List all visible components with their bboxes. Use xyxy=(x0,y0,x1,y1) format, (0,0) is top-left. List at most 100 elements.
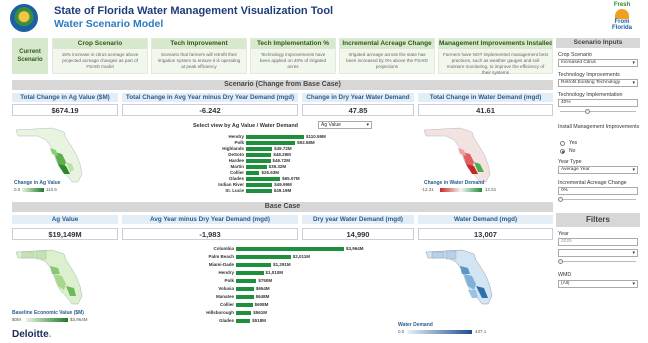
bar[interactable] xyxy=(236,302,253,307)
bar[interactable] xyxy=(246,134,304,139)
mgmt-improvements-label: Install Management Improvements xyxy=(558,124,640,130)
bar-value-label: $518M xyxy=(252,318,266,323)
scenario-ag-value-map[interactable] xyxy=(14,124,90,186)
acreage-change-value[interactable]: 0% xyxy=(558,187,638,195)
year-filter-slider[interactable] xyxy=(560,261,636,262)
bar[interactable] xyxy=(246,152,272,157)
legend-max: 110.6 xyxy=(46,187,57,192)
scenario-water-demand-map[interactable] xyxy=(422,124,502,186)
bar[interactable] xyxy=(236,262,272,267)
tech-improvements-select[interactable]: Retrofit Existing Technology ▾ xyxy=(558,79,638,87)
year-type-select[interactable]: Average Year ▾ xyxy=(558,166,638,174)
fresh-from-florida-logo: Fresh From Florida xyxy=(611,2,632,31)
page-subtitle: Water Scenario Model xyxy=(54,18,164,30)
acreage-change-label: Incremental Acreage Change xyxy=(558,180,627,186)
wmd-filter-select[interactable]: (All) ▾ xyxy=(558,280,638,288)
legend-max: 12.51 xyxy=(485,187,497,192)
chevron-down-icon: ▾ xyxy=(632,250,635,256)
bar[interactable] xyxy=(246,188,272,193)
bar-category-label: Manatee xyxy=(215,294,234,299)
bar-value-label: $39.32M xyxy=(268,164,287,169)
bar[interactable] xyxy=(246,176,281,181)
chevron-down-icon: ▾ xyxy=(632,167,635,173)
legend-title: Baseline Economic Value ($M) xyxy=(12,310,84,316)
tech-implementation-slider[interactable] xyxy=(560,111,636,112)
legend-gradient xyxy=(22,188,44,192)
mgmt-yes-label: Yes xyxy=(569,140,578,146)
bar[interactable] xyxy=(236,294,254,299)
slider-handle[interactable] xyxy=(585,109,590,114)
crop-scenario-select[interactable]: Increased Citrus ▾ xyxy=(558,59,638,67)
tech-improvements-label: Technology Improvements xyxy=(558,72,620,78)
bar-category-label: Indian River xyxy=(218,182,244,187)
florida-seal-logo xyxy=(10,4,38,32)
bar-category-label: Volusia xyxy=(218,286,234,291)
crop-scenario-label: Crop Scenario xyxy=(558,52,592,58)
bar-category-label: Glades xyxy=(228,176,244,181)
bar-category-label: Polk xyxy=(234,140,244,145)
bar[interactable] xyxy=(236,278,257,283)
legend-title: Change in Water Demand xyxy=(424,180,485,186)
mgmt-yes-radio[interactable] xyxy=(560,141,565,146)
bar[interactable] xyxy=(236,270,264,275)
chevron-down-icon: ▾ xyxy=(632,80,635,86)
bar-category-label: Glades xyxy=(218,318,234,323)
kpi-value: $674.19 xyxy=(12,104,118,116)
year-filter-value[interactable]: 2025 xyxy=(558,238,638,246)
header: State of Florida Water Management Visual… xyxy=(0,0,648,34)
page-title: State of Florida Water Management Visual… xyxy=(54,5,334,17)
chevron-down-icon: ▾ xyxy=(366,122,369,128)
bar[interactable] xyxy=(246,158,271,163)
bar-category-label: St. Lucie xyxy=(225,188,244,193)
legend-min: 0.0 xyxy=(14,187,21,192)
kpi-value: 14,990 xyxy=(302,228,414,240)
select-view-dropdown[interactable]: Ag Value ▾ xyxy=(318,121,372,129)
bar-value-label: $1,291M xyxy=(273,262,291,267)
bar[interactable] xyxy=(236,310,252,315)
base-water-demand-map[interactable] xyxy=(424,246,504,308)
bar-category-label: Miami-Dade xyxy=(208,262,234,267)
desc-tech-improvement: Tech Improvement Scenario that farmers wi… xyxy=(151,38,247,74)
bar-value-label: $65.07M xyxy=(282,176,300,181)
bar[interactable] xyxy=(246,140,296,145)
bar[interactable] xyxy=(246,146,273,151)
bar-category-label: Polk xyxy=(224,278,234,283)
chevron-down-icon: ▾ xyxy=(632,60,635,66)
base-bar-chart: Columbia $3,964M Palm Beach $2,011M Miami-Da… xyxy=(196,246,396,328)
bar[interactable] xyxy=(236,246,344,251)
bar[interactable] xyxy=(236,318,251,323)
bar-value-label: $2,011M xyxy=(292,254,311,259)
bar[interactable] xyxy=(246,182,273,187)
bar[interactable] xyxy=(246,164,267,169)
year-type-label: Year Type xyxy=(558,159,582,165)
kpi-label: Dry year Water Demand (mgd) xyxy=(302,215,414,224)
legend-max: $3,964M xyxy=(70,317,88,322)
slider-handle[interactable] xyxy=(558,259,563,264)
mgmt-no-radio[interactable] xyxy=(560,149,565,154)
legend-min: 0.0 xyxy=(398,329,405,334)
tech-implementation-value[interactable]: 40% xyxy=(558,99,638,107)
bar[interactable] xyxy=(236,254,291,259)
kpi-label: Total Change in Avg Year minus Dry Year … xyxy=(122,93,298,102)
kpi-label: Water Demand (mgd) xyxy=(418,215,553,224)
bar-category-label: Hendry xyxy=(228,134,244,139)
kpi-value: 47.85 xyxy=(302,104,414,116)
bar-category-label: Collier xyxy=(219,302,234,307)
select-view-label: Select view by Ag Value / Water Demand xyxy=(193,123,299,129)
year-filter-select[interactable]: ▾ xyxy=(558,249,638,257)
scenario-inputs-panel: Scenario Inputs xyxy=(556,38,640,48)
slider-handle[interactable] xyxy=(558,197,563,202)
bar-category-label: Palm Beach xyxy=(208,254,234,259)
base-case-band: Base Case xyxy=(12,202,553,212)
tech-implementation-label: Technology Implementation xyxy=(558,92,623,98)
bar-category-label: Hendry xyxy=(218,270,234,275)
legend-min: $0M xyxy=(12,317,21,322)
base-economic-value-map[interactable] xyxy=(14,246,94,308)
bar[interactable] xyxy=(246,170,260,175)
bar[interactable] xyxy=(236,286,254,291)
legend-gradient xyxy=(440,188,482,192)
acreage-change-slider[interactable] xyxy=(560,199,636,200)
bar-category-label: Hardee xyxy=(228,158,244,163)
bar-value-label: $49.72M xyxy=(274,146,292,151)
kpi-value: -1,983 xyxy=(122,228,298,240)
